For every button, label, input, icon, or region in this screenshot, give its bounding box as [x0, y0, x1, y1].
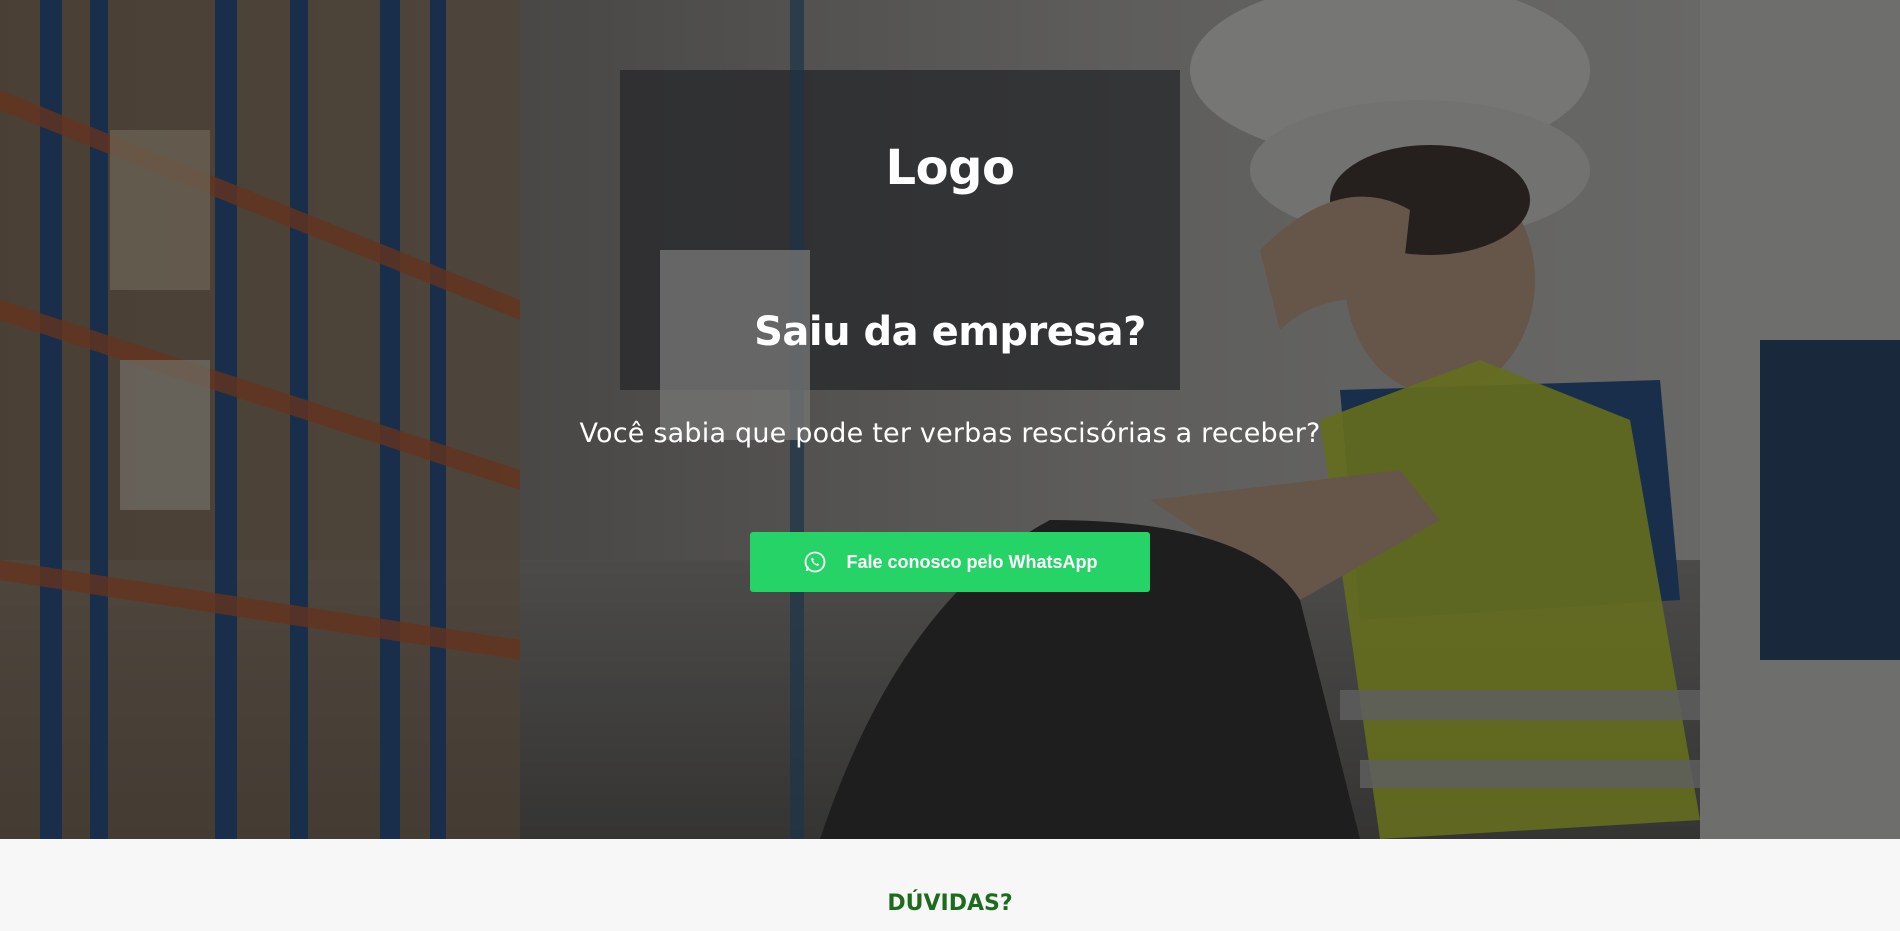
hero-content: Logo Saiu da empresa? Você sabia que pod…: [0, 0, 1900, 839]
whatsapp-icon: [802, 549, 828, 575]
hero-subtitle: Você sabia que pode ter verbas rescisóri…: [579, 418, 1321, 449]
site-logo[interactable]: Logo: [0, 140, 1900, 196]
whatsapp-button-label: Fale conosco pelo WhatsApp: [846, 551, 1098, 572]
whatsapp-contact-button[interactable]: Fale conosco pelo WhatsApp: [750, 532, 1150, 592]
hero-section: Logo Saiu da empresa? Você sabia que pod…: [0, 0, 1900, 839]
hero-headline: Saiu da empresa?: [754, 309, 1146, 355]
faq-section: DÚVIDAS?: [0, 839, 1900, 931]
faq-title: DÚVIDAS?: [887, 891, 1013, 916]
